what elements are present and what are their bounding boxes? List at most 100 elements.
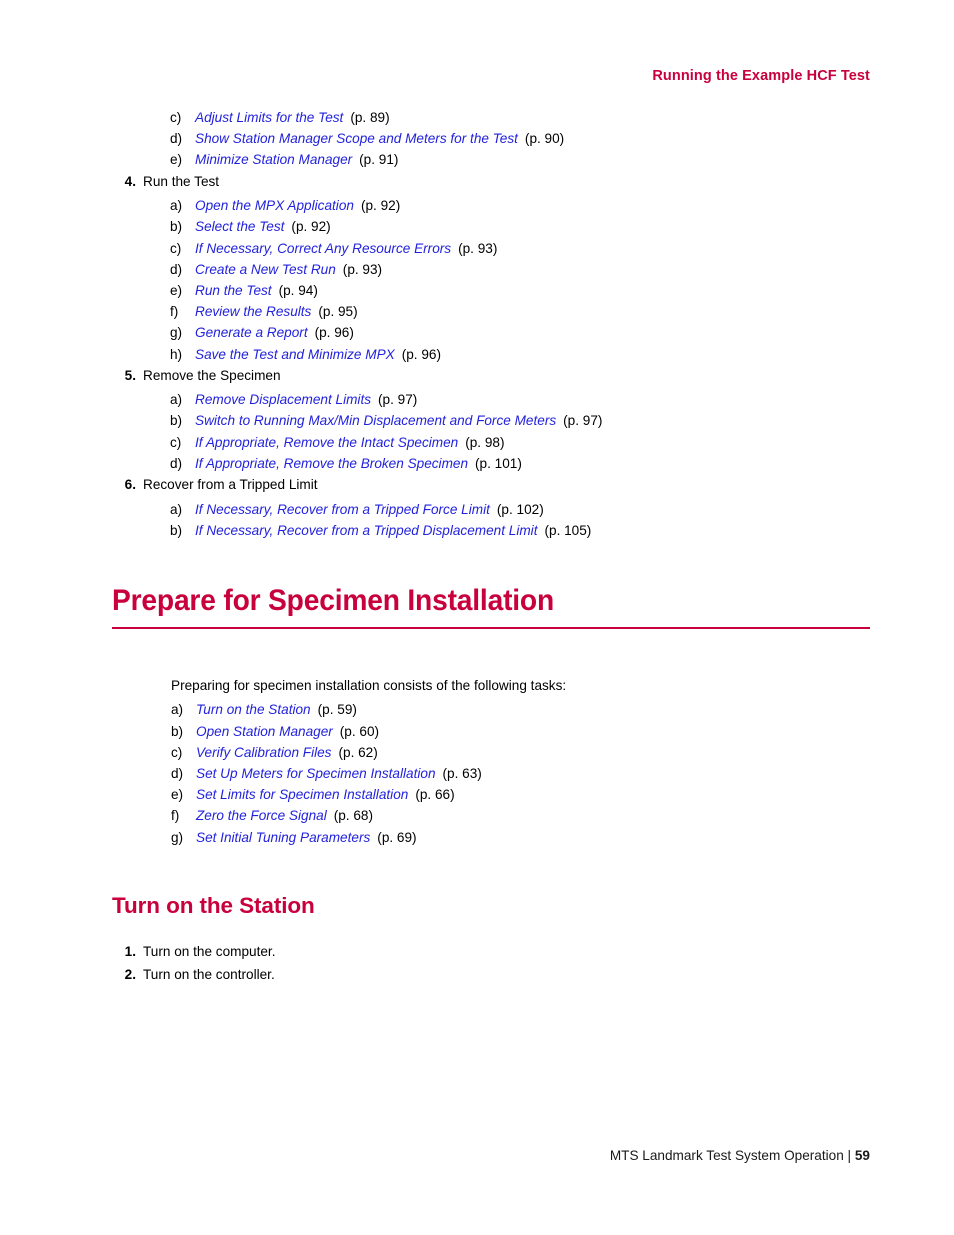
step-label: Recover from a Tripped Limit	[143, 477, 318, 493]
cross-reference-page: (p. 92)	[291, 219, 331, 235]
document-page: Running the Example HCF Test c) Adjust Li…	[0, 0, 954, 1235]
cross-reference-page: (p. 101)	[475, 455, 522, 471]
cross-reference-text: Open Station Manager (p. 60)	[196, 721, 379, 742]
cross-reference-link[interactable]: If Necessary, Correct Any Resource Error…	[195, 241, 451, 256]
cross-reference-link[interactable]: If Necessary, Recover from a Tripped Dis…	[195, 523, 537, 538]
step-marker: 2.	[124, 967, 136, 983]
cross-reference-link[interactable]: Generate a Report	[195, 325, 308, 340]
cross-reference-link[interactable]: Set Initial Tuning Parameters	[196, 830, 370, 845]
cross-reference-text: Run the Test (p. 94)	[195, 280, 318, 301]
list-marker: a)	[171, 702, 184, 718]
numbered-step-row: 4. Run the Test	[112, 171, 870, 193]
cross-reference-text: Verify Calibration Files (p. 62)	[196, 742, 378, 763]
cross-reference-item: d) If Appropriate, Remove the Broken Spec…	[170, 453, 870, 474]
numbered-step: 6. Recover from a Tripped Limit a) If Neces…	[112, 474, 870, 541]
cross-reference-page: (p. 105)	[544, 522, 592, 538]
cross-reference-text: Review the Results (p. 95)	[195, 301, 358, 322]
list-marker: e)	[170, 152, 183, 168]
cross-reference-item: c) Verify Calibration Files (p. 62)	[171, 742, 870, 763]
list-marker: g)	[170, 325, 183, 341]
cross-reference-item: e) Minimize Station Manager (p. 91)	[170, 149, 870, 170]
cross-reference-text: If Appropriate, Remove the Intact Specim…	[195, 432, 505, 453]
list-marker: c)	[171, 744, 183, 760]
cross-reference-page: (p. 96)	[401, 346, 442, 362]
step-label: Remove the Specimen	[143, 367, 281, 383]
cross-reference-page: (p. 96)	[314, 325, 354, 341]
list-marker: a)	[170, 392, 183, 408]
cross-reference-text: Turn on the Station (p. 59)	[196, 699, 357, 720]
list-marker: c)	[170, 110, 182, 125]
cross-reference-link[interactable]: Review the Results	[195, 304, 311, 319]
list-marker: e)	[171, 787, 184, 803]
cross-reference-page: (p. 91)	[359, 152, 399, 168]
cross-reference-link[interactable]: Turn on the Station	[196, 702, 311, 717]
cross-reference-text: If Necessary, Correct Any Resource Error…	[195, 238, 497, 259]
cross-reference-link[interactable]: If Necessary, Recover from a Tripped For…	[195, 502, 490, 517]
step-label: Turn on the controller.	[143, 967, 275, 983]
cross-reference-link[interactable]: Set Limits for Specimen Installation	[196, 787, 408, 802]
step-subitem-group: a) Remove Displacement Limits (p. 97) b) Swi…	[112, 389, 870, 474]
step-label: Run the Test	[143, 173, 220, 189]
cross-reference-item: g) Generate a Report (p. 96)	[170, 322, 870, 343]
list-marker: d)	[171, 766, 184, 782]
cross-reference-text: Set Initial Tuning Parameters (p. 69)	[196, 827, 417, 848]
cross-reference-link[interactable]: If Appropriate, Remove the Broken Specim…	[195, 456, 468, 471]
cross-reference-item: d) Show Station Manager Scope and Meters …	[170, 128, 870, 149]
footer-page-number: 59	[854, 1148, 870, 1163]
list-marker: d)	[170, 261, 183, 277]
step-marker: 4.	[124, 173, 136, 189]
cross-reference-link[interactable]: Create a New Test Run	[195, 262, 336, 277]
cross-reference-link[interactable]: Open the MPX Application	[195, 198, 354, 213]
intro-task-list: a) Turn on the Station (p. 59) b) Open Stati…	[171, 699, 870, 847]
step-subitem-list: a) Remove Displacement Limits (p. 97) b) Swi…	[170, 389, 870, 474]
list-marker: f)	[170, 304, 179, 320]
cross-reference-link[interactable]: Show Station Manager Scope and Meters fo…	[195, 131, 518, 146]
footer-document-title: MTS Landmark Test System Operation |	[609, 1148, 852, 1163]
cross-reference-page: (p. 102)	[496, 501, 544, 517]
step-subitem-group: a) If Necessary, Recover from a Tripped F…	[112, 499, 870, 541]
cross-reference-link[interactable]: Run the Test	[195, 283, 272, 298]
cross-reference-link[interactable]: Open Station Manager	[196, 724, 333, 739]
cross-reference-item: e) Set Limits for Specimen Installation (p…	[171, 784, 870, 805]
top-subitem-list: c) Adjust Limits for the Test (p. 89) d) Sho…	[170, 107, 870, 171]
cross-reference-text: Select the Test (p. 92)	[195, 216, 331, 237]
cross-reference-link[interactable]: Zero the Force Signal	[196, 808, 327, 823]
numbered-step: 4. Run the Test a) Open the MPX Application…	[112, 171, 870, 365]
cross-reference-link[interactable]: Switch to Running Max/Min Displacement a…	[195, 413, 556, 428]
cross-reference-text: Show Station Manager Scope and Meters fo…	[195, 128, 564, 149]
cross-reference-link[interactable]: Remove Displacement Limits	[195, 392, 371, 407]
cross-reference-item: e) Run the Test (p. 94)	[170, 280, 870, 301]
step-marker: 6.	[124, 477, 136, 493]
cross-reference-link[interactable]: Select the Test	[195, 219, 284, 234]
numbered-step-row: 6. Recover from a Tripped Limit	[112, 474, 870, 496]
chapter-heading-rule	[112, 626, 870, 630]
cross-reference-link[interactable]: Verify Calibration Files	[196, 745, 331, 760]
step-subitem-group: a) Open the MPX Application (p. 92) b) Selec…	[112, 195, 870, 365]
cross-reference-page: (p. 94)	[278, 282, 318, 298]
cross-reference-link[interactable]: Minimize Station Manager	[195, 152, 352, 167]
cross-reference-link[interactable]: If Appropriate, Remove the Intact Specim…	[195, 435, 458, 450]
cross-reference-page: (p. 68)	[333, 808, 374, 824]
cross-reference-page: (p. 89)	[350, 110, 390, 125]
cross-reference-link[interactable]: Adjust Limits for the Test	[195, 110, 343, 125]
cross-reference-item: b) Open Station Manager (p. 60)	[171, 721, 870, 742]
cross-reference-link[interactable]: Save the Test and Minimize MPX	[195, 347, 395, 362]
section-steps-block: 1. Turn on the computer. 2. Turn on the con…	[112, 941, 870, 986]
list-marker: c)	[170, 240, 182, 256]
cross-reference-item: f) Review the Results (p. 95)	[170, 301, 870, 322]
list-marker: h)	[170, 346, 183, 362]
numbered-step-list: 4. Run the Test a) Open the MPX Application…	[112, 171, 870, 541]
cross-reference-link[interactable]: Set Up Meters for Specimen Installation	[196, 766, 436, 781]
running-header: Running the Example HCF Test	[652, 68, 870, 84]
step-subitem-list: a) Open the MPX Application (p. 92) b) Selec…	[170, 195, 870, 365]
step-marker: 1.	[124, 943, 136, 959]
cross-reference-item: a) If Necessary, Recover from a Tripped F…	[170, 499, 870, 520]
cross-reference-item: a) Remove Displacement Limits (p. 97)	[170, 389, 870, 410]
cross-reference-page: (p. 93)	[458, 240, 498, 256]
cross-reference-page: (p. 92)	[360, 198, 401, 214]
list-marker: b)	[170, 413, 183, 429]
list-marker: d)	[170, 131, 183, 147]
cross-reference-text: Save the Test and Minimize MPX (p. 96)	[195, 344, 441, 365]
list-marker: c)	[170, 434, 182, 450]
page-content: c) Adjust Limits for the Test (p. 89) d) Sho…	[112, 104, 870, 986]
